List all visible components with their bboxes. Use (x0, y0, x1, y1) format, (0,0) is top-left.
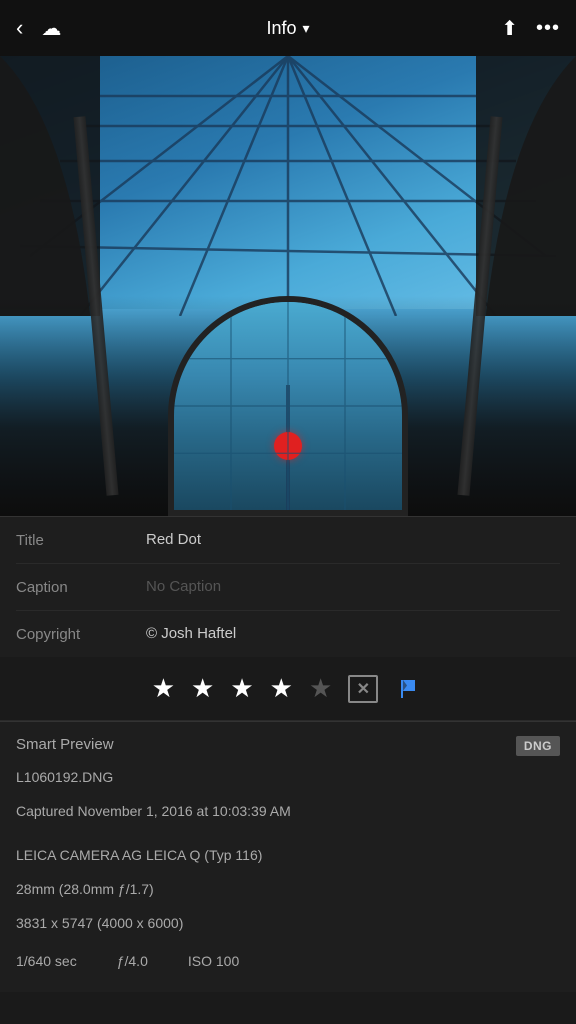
focal-length: 28mm (28.0mm ƒ/1.7) (16, 878, 154, 900)
shutter-speed: 1/640 sec (16, 953, 77, 969)
header-center: Info ▾ (266, 18, 309, 39)
dimensions: 3831 x 5747 (4000 x 6000) (16, 912, 183, 934)
aperture: ƒ/4.0 (117, 953, 148, 969)
caption-row: Caption No Caption (16, 564, 560, 611)
cloud-icon[interactable]: ☁ (41, 16, 61, 41)
iso: ISO 100 (188, 953, 239, 969)
photo-container (0, 56, 576, 516)
rating-section: ★ ★ ★ ★ ★ ✕ (0, 657, 576, 721)
camera-model: LEICA CAMERA AG LEICA Q (Typ 116) (16, 844, 262, 866)
header-title: Info (266, 18, 296, 39)
header: ‹ ☁ Info ▾ ⬆ ••• (0, 0, 576, 56)
share-button[interactable]: ⬆ (501, 16, 518, 41)
copyright-row: Copyright © Josh Haftel (16, 611, 560, 657)
title-label: Title (16, 531, 146, 549)
copyright-value: © Josh Haftel (146, 625, 560, 642)
flag-icon (397, 677, 421, 701)
flag-button[interactable] (394, 675, 424, 703)
star-2[interactable]: ★ (191, 673, 214, 704)
chevron-down-icon[interactable]: ▾ (303, 20, 310, 37)
smart-preview-row: Smart Preview DNG (16, 722, 560, 760)
details-section: Smart Preview DNG L1060192.DNG Captured … (0, 722, 576, 992)
spacer-1 (16, 828, 560, 838)
smart-preview-label: Smart Preview (16, 736, 114, 753)
header-left: ‹ ☁ (16, 15, 61, 41)
reject-button[interactable]: ✕ (348, 675, 378, 703)
back-button[interactable]: ‹ (16, 15, 23, 41)
star-3[interactable]: ★ (230, 673, 253, 704)
caption-value: No Caption (146, 578, 560, 595)
dimensions-row: 3831 x 5747 (4000 x 6000) (16, 906, 560, 940)
filename: L1060192.DNG (16, 766, 113, 788)
filename-row: L1060192.DNG (16, 760, 560, 794)
spacer-2 (16, 940, 560, 950)
title-value: Red Dot (146, 531, 560, 548)
caption-label: Caption (16, 578, 146, 596)
star-4[interactable]: ★ (270, 673, 293, 704)
captured-date: Captured November 1, 2016 at 10:03:39 AM (16, 800, 291, 822)
title-row: Title Red Dot (16, 517, 560, 564)
photo-background (0, 56, 576, 516)
focal-length-row: 28mm (28.0mm ƒ/1.7) (16, 872, 560, 906)
star-5[interactable]: ★ (309, 673, 332, 704)
camera-row: LEICA CAMERA AG LEICA Q (Typ 116) (16, 838, 560, 872)
info-section: Title Red Dot Caption No Caption Copyrig… (0, 517, 576, 657)
more-button[interactable]: ••• (536, 17, 560, 40)
captured-row: Captured November 1, 2016 at 10:03:39 AM (16, 794, 560, 828)
header-right: ⬆ ••• (501, 16, 560, 41)
copyright-label: Copyright (16, 625, 146, 643)
dng-badge: DNG (516, 736, 560, 756)
star-1[interactable]: ★ (152, 673, 175, 704)
exif-row: 1/640 sec ƒ/4.0 ISO 100 (16, 950, 560, 972)
center-arch-window (168, 296, 408, 516)
